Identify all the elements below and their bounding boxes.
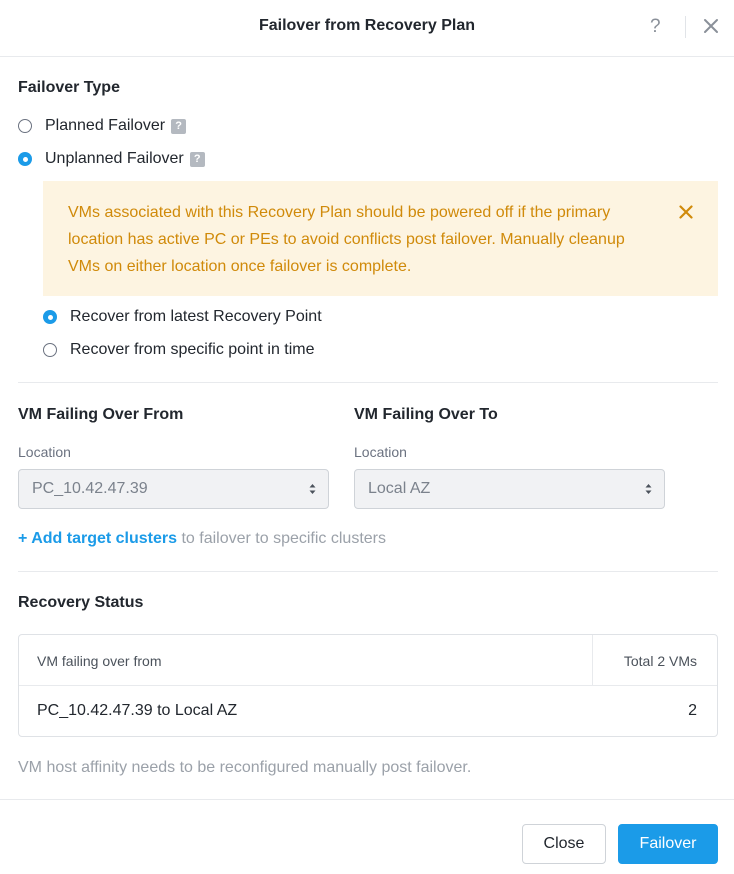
- warning-text: VMs associated with this Recovery Plan s…: [68, 204, 625, 275]
- section-divider: [18, 571, 718, 572]
- unplanned-failover-radio[interactable]: Unplanned Failover ?: [18, 150, 205, 168]
- help-icon[interactable]: ?: [189, 151, 205, 167]
- help-icon[interactable]: ?: [171, 118, 187, 134]
- from-location-select[interactable]: PC_10.42.47.39: [18, 469, 329, 509]
- recover-specific-label: Recover from specific point in time: [70, 341, 315, 358]
- table-row-count: 2: [688, 702, 697, 719]
- footer-divider: [0, 799, 734, 800]
- sort-arrows-icon: [309, 484, 316, 494]
- close-icon[interactable]: [703, 18, 719, 34]
- radio-unchecked-icon: [18, 119, 32, 133]
- dialog-header: Failover from Recovery Plan ?: [0, 0, 734, 57]
- close-button[interactable]: Close: [522, 824, 606, 864]
- planned-failover-label: Planned Failover: [45, 117, 166, 134]
- radio-checked-icon: [18, 152, 32, 166]
- column-header-total: Total 2 VMs: [623, 653, 697, 669]
- host-affinity-note: VM host affinity needs to be reconfigure…: [18, 759, 472, 776]
- radio-checked-icon: [43, 310, 57, 324]
- unplanned-failover-label: Unplanned Failover: [45, 150, 184, 167]
- table-row-name: PC_10.42.47.39 to Local AZ: [37, 702, 238, 719]
- dismiss-warning-icon[interactable]: [679, 205, 693, 219]
- add-target-clusters-link[interactable]: + Add target clusters: [18, 530, 177, 547]
- table-header: VM failing over from Total 2 VMs: [19, 635, 717, 686]
- add-target-row: + Add target clusters to failover to spe…: [18, 530, 386, 548]
- header-divider: [685, 16, 686, 38]
- failover-type-title: Failover Type: [18, 79, 120, 96]
- from-location-value: PC_10.42.47.39: [32, 480, 148, 497]
- to-title: VM Failing Over To: [354, 406, 498, 423]
- recover-specific-radio[interactable]: Recover from specific point in time: [43, 341, 315, 359]
- help-icon[interactable]: ?: [650, 14, 661, 40]
- radio-unchecked-icon: [43, 343, 57, 357]
- dialog-title: Failover from Recovery Plan: [258, 17, 476, 34]
- warning-banner: VMs associated with this Recovery Plan s…: [43, 181, 718, 296]
- column-divider: [592, 635, 593, 686]
- from-title: VM Failing Over From: [18, 406, 184, 423]
- section-divider: [18, 382, 718, 383]
- to-location-select[interactable]: Local AZ: [354, 469, 665, 509]
- failover-button[interactable]: Failover: [618, 824, 718, 864]
- from-location-label: Location: [18, 444, 71, 460]
- add-target-description: to failover to specific clusters: [181, 530, 386, 547]
- planned-failover-radio[interactable]: Planned Failover ?: [18, 117, 187, 135]
- column-header-vm-from: VM failing over from: [37, 653, 162, 669]
- recovery-status-title: Recovery Status: [18, 594, 144, 611]
- to-location-label: Location: [354, 444, 407, 460]
- recovery-status-table: VM failing over from Total 2 VMs PC_10.4…: [18, 634, 718, 737]
- to-location-value: Local AZ: [368, 480, 431, 497]
- sort-arrows-icon: [645, 484, 652, 494]
- recover-latest-radio[interactable]: Recover from latest Recovery Point: [43, 308, 322, 326]
- recover-latest-label: Recover from latest Recovery Point: [70, 308, 322, 325]
